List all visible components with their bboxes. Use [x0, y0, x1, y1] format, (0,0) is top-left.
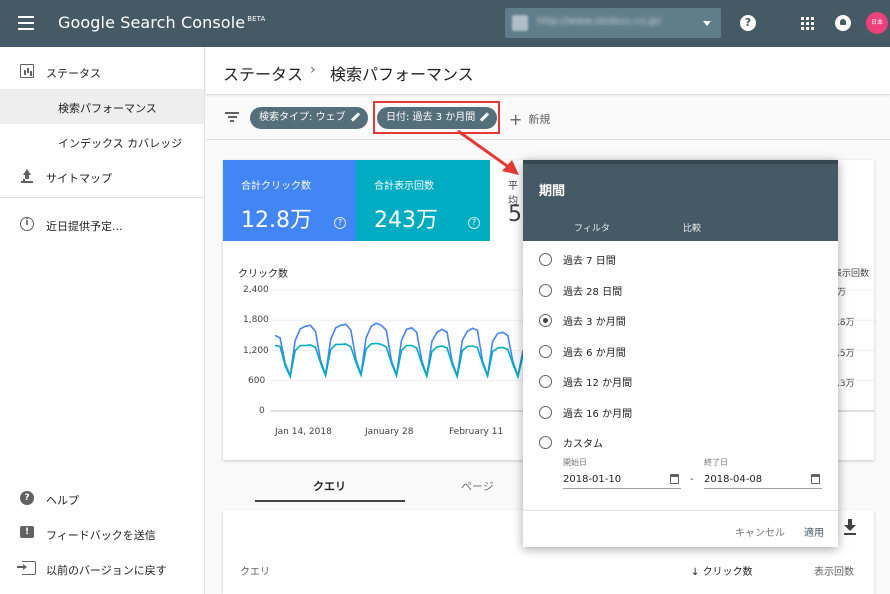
dialog-divider	[523, 510, 838, 511]
sidebar: ステータス 検索パフォーマンス インデックス カバレッジ サイトマップ i 近日…	[0, 47, 205, 594]
download-icon[interactable]	[843, 519, 857, 535]
breadcrumb: ステータス › 検索パフォーマンス	[206, 47, 890, 95]
breadcrumb-parent[interactable]: ステータス	[223, 61, 303, 85]
feedback-icon: !	[20, 526, 34, 538]
cancel-button[interactable]: キャンセル	[735, 524, 785, 539]
sidebar-item-search-performance[interactable]: 検索パフォーマンス	[0, 89, 204, 124]
sidebar-divider	[0, 197, 204, 198]
calendar-icon[interactable]	[811, 474, 820, 484]
edit-pencil-icon	[351, 113, 360, 122]
help-icon[interactable]: ?	[740, 15, 756, 31]
radio-button-checked[interactable]	[539, 314, 552, 327]
exit-icon	[17, 561, 36, 575]
clicks-series-line	[274, 322, 524, 380]
radio-button[interactable]	[539, 345, 552, 358]
calendar-icon[interactable]	[670, 474, 679, 484]
date-chip[interactable]: 日付: 過去 3 か月間	[377, 107, 498, 129]
page-title: 検索パフォーマンス	[330, 65, 474, 84]
property-selector[interactable]: http://www.seobuu.co.jp/	[505, 8, 721, 38]
sort-arrow-down-icon: ↓	[691, 567, 703, 578]
active-tab-indicator	[255, 500, 405, 502]
apply-button[interactable]: 適用	[804, 524, 824, 539]
tab-filter[interactable]: フィルタ	[574, 221, 610, 234]
sidebar-item-help[interactable]: ? ヘルプ	[0, 481, 204, 516]
sidebar-item-feedback[interactable]: ! フィードバックを送信	[0, 516, 204, 551]
radio-button[interactable]	[539, 436, 552, 449]
bar-chart-icon	[20, 64, 34, 78]
breadcrumb-separator: ›	[310, 62, 316, 78]
sidebar-item-coming-soon[interactable]: i 近日提供予定...	[0, 207, 204, 242]
radio-button[interactable]	[539, 284, 552, 297]
end-date-label: 終了日	[704, 458, 728, 467]
plus-icon: +	[509, 110, 523, 129]
annotation-arrow	[457, 129, 519, 175]
tab-compare[interactable]: 比較	[683, 221, 701, 234]
column-header-query[interactable]: クエリ	[240, 563, 270, 578]
date-range-dialog: 期間 フィルタ 比較 過去 7 日間 過去 28 日間 過去 3 か月間 過去 …	[523, 160, 838, 547]
account-avatar[interactable]: 日本	[866, 12, 888, 34]
edit-pencil-icon	[480, 113, 489, 122]
filter-bar: 検索タイプ: ウェブ 日付: 過去 3 か月間 + 新規	[206, 96, 890, 140]
radio-button[interactable]	[539, 253, 552, 266]
column-header-impressions[interactable]: 表示回数	[814, 563, 854, 578]
upload-icon	[20, 169, 34, 183]
start-date-field[interactable]: 2018-01-10	[563, 471, 681, 489]
property-favicon-icon	[512, 15, 528, 31]
notifications-icon[interactable]	[835, 15, 851, 31]
sidebar-item-sitemaps[interactable]: サイトマップ	[0, 159, 204, 194]
tab-page[interactable]: ページ	[461, 478, 494, 494]
sidebar-item-index-coverage[interactable]: インデックス カバレッジ	[0, 124, 204, 159]
impressions-series-line	[274, 342, 524, 380]
date-range-dash: -	[690, 474, 694, 485]
top-app-bar: Google Search Console BETA http://www.seo…	[0, 0, 890, 47]
radio-button[interactable]	[539, 375, 552, 388]
help-icon: ?	[20, 491, 34, 505]
dialog-header: 期間 フィルタ 比較	[523, 160, 838, 243]
sidebar-item-old-version[interactable]: 以前のバージョンに戻す	[0, 551, 204, 586]
radio-button[interactable]	[539, 406, 552, 419]
filter-icon[interactable]	[225, 112, 239, 122]
brand-logo[interactable]: Google Search Console BETA	[58, 13, 265, 32]
info-icon: i	[20, 217, 34, 231]
hamburger-menu-icon[interactable]	[18, 16, 34, 30]
new-filter-button[interactable]: + 新規	[509, 110, 550, 129]
end-date-field[interactable]: 2018-04-08	[704, 471, 822, 489]
dialog-title: 期間	[539, 184, 566, 199]
apps-grid-icon[interactable]	[801, 17, 814, 30]
active-tab-indicator	[539, 241, 641, 243]
column-header-clicks[interactable]: ↓ クリック数	[691, 563, 753, 578]
caret-down-icon	[703, 21, 711, 26]
property-url: http://www.seobuu.co.jp/	[537, 16, 662, 27]
sidebar-item-status[interactable]: ステータス	[0, 54, 204, 89]
tab-query[interactable]: クエリ	[313, 478, 346, 494]
start-date-label: 開始日	[563, 458, 587, 467]
search-type-chip[interactable]: 検索タイプ: ウェブ	[250, 107, 368, 129]
